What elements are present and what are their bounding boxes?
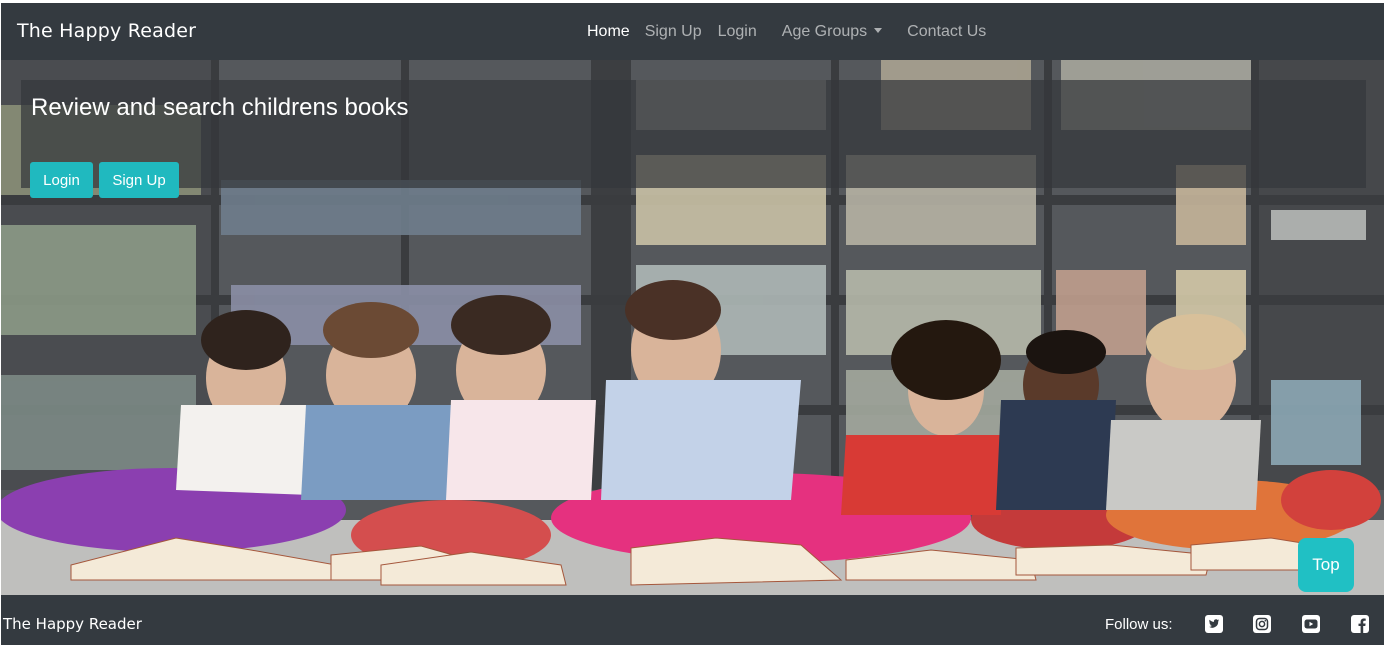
youtube-icon[interactable]	[1302, 615, 1320, 633]
hero-login-button[interactable]: Login	[30, 162, 93, 198]
nav-age-groups-label: Age Groups	[781, 22, 868, 40]
nav-login-link[interactable]: Login	[718, 23, 757, 41]
follow-us-label: Follow us:	[1105, 616, 1173, 633]
navbar-brand[interactable]: The Happy Reader	[17, 20, 196, 42]
nav-links: Home Sign Up Login Age Groups Contact Us	[587, 3, 1002, 60]
nav-signup-link[interactable]: Sign Up	[645, 23, 702, 41]
nav-age-groups-dropdown[interactable]: Age Groups	[781, 22, 883, 41]
footer-brand: The Happy Reader	[3, 615, 142, 633]
hero-jumbotron: Review and search childrens books Login …	[21, 80, 1366, 198]
chevron-down-icon	[874, 27, 883, 33]
back-to-top-button[interactable]: Top	[1298, 538, 1354, 592]
nav-home-link[interactable]: Home	[587, 23, 630, 41]
nav-contact-link[interactable]: Contact Us	[907, 23, 986, 41]
facebook-icon[interactable]	[1351, 615, 1369, 633]
hero-heading: Review and search childrens books	[31, 94, 409, 121]
top-navbar: The Happy Reader Home Sign Up Login Age …	[1, 3, 1384, 60]
hero-section: Review and search childrens books Login …	[1, 60, 1384, 595]
footer: The Happy Reader Follow us:	[1, 595, 1384, 645]
instagram-icon[interactable]	[1253, 615, 1271, 633]
twitter-icon[interactable]	[1205, 615, 1223, 633]
page: The Happy Reader Home Sign Up Login Age …	[1, 3, 1384, 645]
hero-signup-button[interactable]: Sign Up	[99, 162, 179, 198]
